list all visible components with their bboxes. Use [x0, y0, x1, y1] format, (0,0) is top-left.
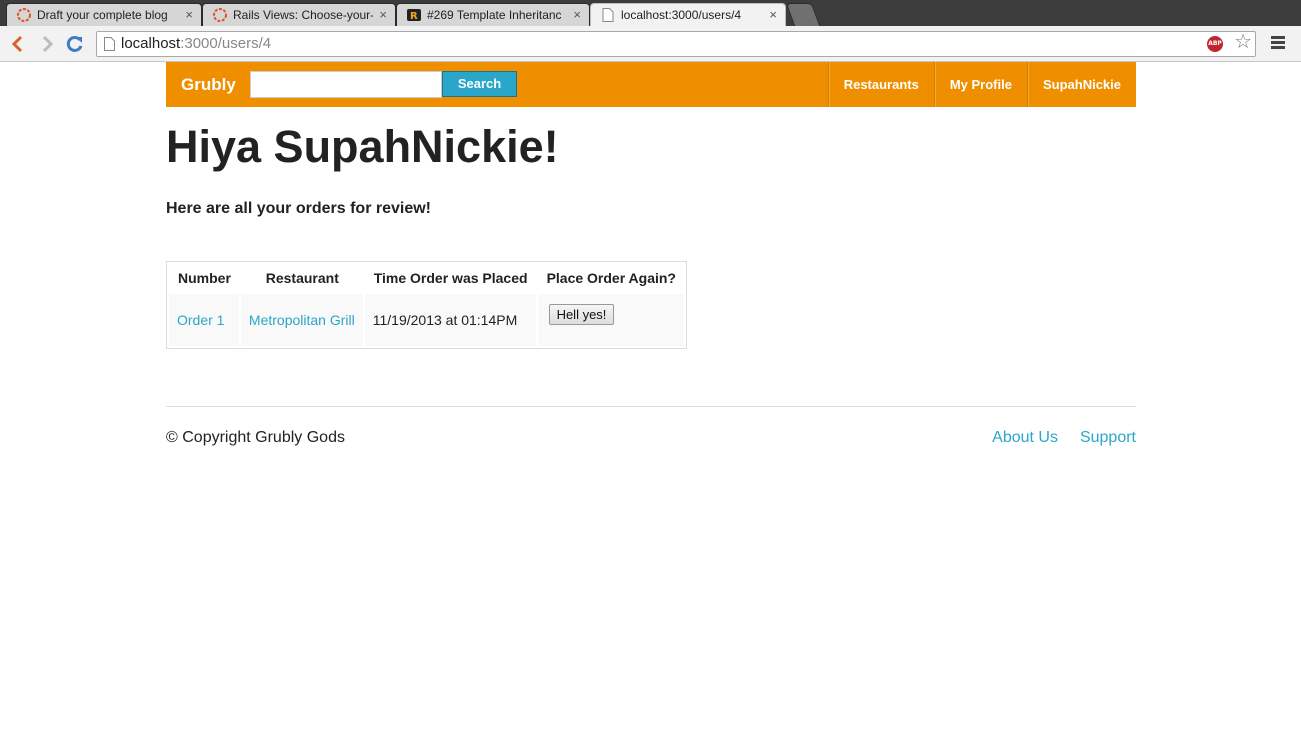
- close-icon[interactable]: ×: [769, 4, 777, 26]
- footer-links: About Us Support: [992, 429, 1136, 447]
- footer-divider: [166, 406, 1136, 407]
- nav-link-user[interactable]: SupahNickie: [1026, 62, 1136, 107]
- back-icon[interactable]: [8, 34, 28, 54]
- wordpress-icon: [213, 8, 227, 22]
- table-row: Order 1 Metropolitan Grill 11/19/2013 at…: [169, 294, 684, 346]
- column-header-restaurant: Restaurant: [265, 270, 339, 286]
- wordpress-icon: [17, 8, 31, 22]
- close-icon[interactable]: ×: [185, 4, 193, 26]
- copyright-text: © Copyright Grubly Gods: [166, 429, 345, 446]
- address-bar[interactable]: localhost:3000/users/4 ABP ☆: [96, 31, 1256, 57]
- reorder-button[interactable]: Hell yes!: [548, 303, 615, 325]
- tab-title: Draft your complete blog: [37, 8, 168, 22]
- reload-icon[interactable]: [65, 34, 85, 54]
- column-header-time: Time Order was Placed: [373, 270, 528, 286]
- browser-tab-1[interactable]: Draft your complete blog ×: [6, 3, 202, 26]
- search-button[interactable]: Search: [442, 71, 517, 97]
- url-path: :3000/users/4: [180, 35, 272, 52]
- menu-icon[interactable]: [1271, 36, 1285, 50]
- page-icon: [602, 8, 614, 22]
- top-navbar: Grubly Search Restaurants My Profile Sup…: [166, 62, 1136, 107]
- svg-text:R: R: [410, 11, 418, 22]
- page-icon: [104, 37, 115, 51]
- browser-tab-4[interactable]: localhost:3000/users/4 ×: [590, 3, 786, 26]
- bookmark-star-icon[interactable]: ☆: [1234, 30, 1252, 54]
- tab-title: #269 Template Inheritanc: [427, 8, 562, 22]
- order-link[interactable]: Order 1: [177, 312, 224, 328]
- column-header-number: Number: [178, 270, 231, 286]
- order-number-cell: Order 1: [169, 294, 239, 346]
- column-header-reorder: Place Order Again?: [546, 270, 676, 286]
- new-tab-button[interactable]: [785, 3, 821, 26]
- forward-icon[interactable]: [37, 34, 57, 54]
- tab-title: Rails Views: Choose-your-: [233, 8, 373, 22]
- page-subtitle: Here are all your orders for review!: [166, 200, 431, 217]
- browser-tab-3[interactable]: R #269 Template Inheritanc ×: [396, 3, 590, 26]
- reorder-cell: Hell yes!: [537, 294, 684, 346]
- table-header-row: Number Restaurant Time Order was Placed …: [169, 264, 684, 292]
- browser-toolbar: localhost:3000/users/4 ABP ☆: [0, 26, 1301, 62]
- close-icon[interactable]: ×: [379, 4, 387, 26]
- nav-links: Restaurants My Profile SupahNickie: [827, 62, 1136, 107]
- page-title: Hiya SupahNickie!: [166, 121, 559, 172]
- orders-table: Number Restaurant Time Order was Placed …: [166, 261, 687, 349]
- search-input[interactable]: [250, 71, 442, 98]
- restaurant-cell: Metropolitan Grill: [240, 294, 363, 346]
- browser-tab-2[interactable]: Rails Views: Choose-your- ×: [202, 3, 396, 26]
- tab-title: localhost:3000/users/4: [621, 8, 742, 22]
- nav-link-my-profile[interactable]: My Profile: [933, 62, 1027, 107]
- footer-link-about-us[interactable]: About Us: [992, 429, 1058, 447]
- adblock-icon[interactable]: ABP: [1207, 36, 1223, 52]
- restaurant-link[interactable]: Metropolitan Grill: [249, 312, 355, 328]
- footer-link-support[interactable]: Support: [1080, 429, 1136, 447]
- order-time-cell: 11/19/2013 at 01:14PM: [364, 294, 536, 346]
- url-host: localhost: [121, 35, 181, 52]
- close-icon[interactable]: ×: [573, 4, 581, 26]
- brand-logo[interactable]: Grubly: [181, 62, 236, 107]
- tab-strip: Draft your complete blog × Rails Views: …: [0, 0, 1301, 26]
- nav-link-restaurants[interactable]: Restaurants: [827, 62, 934, 107]
- railscasts-icon: R: [407, 9, 421, 22]
